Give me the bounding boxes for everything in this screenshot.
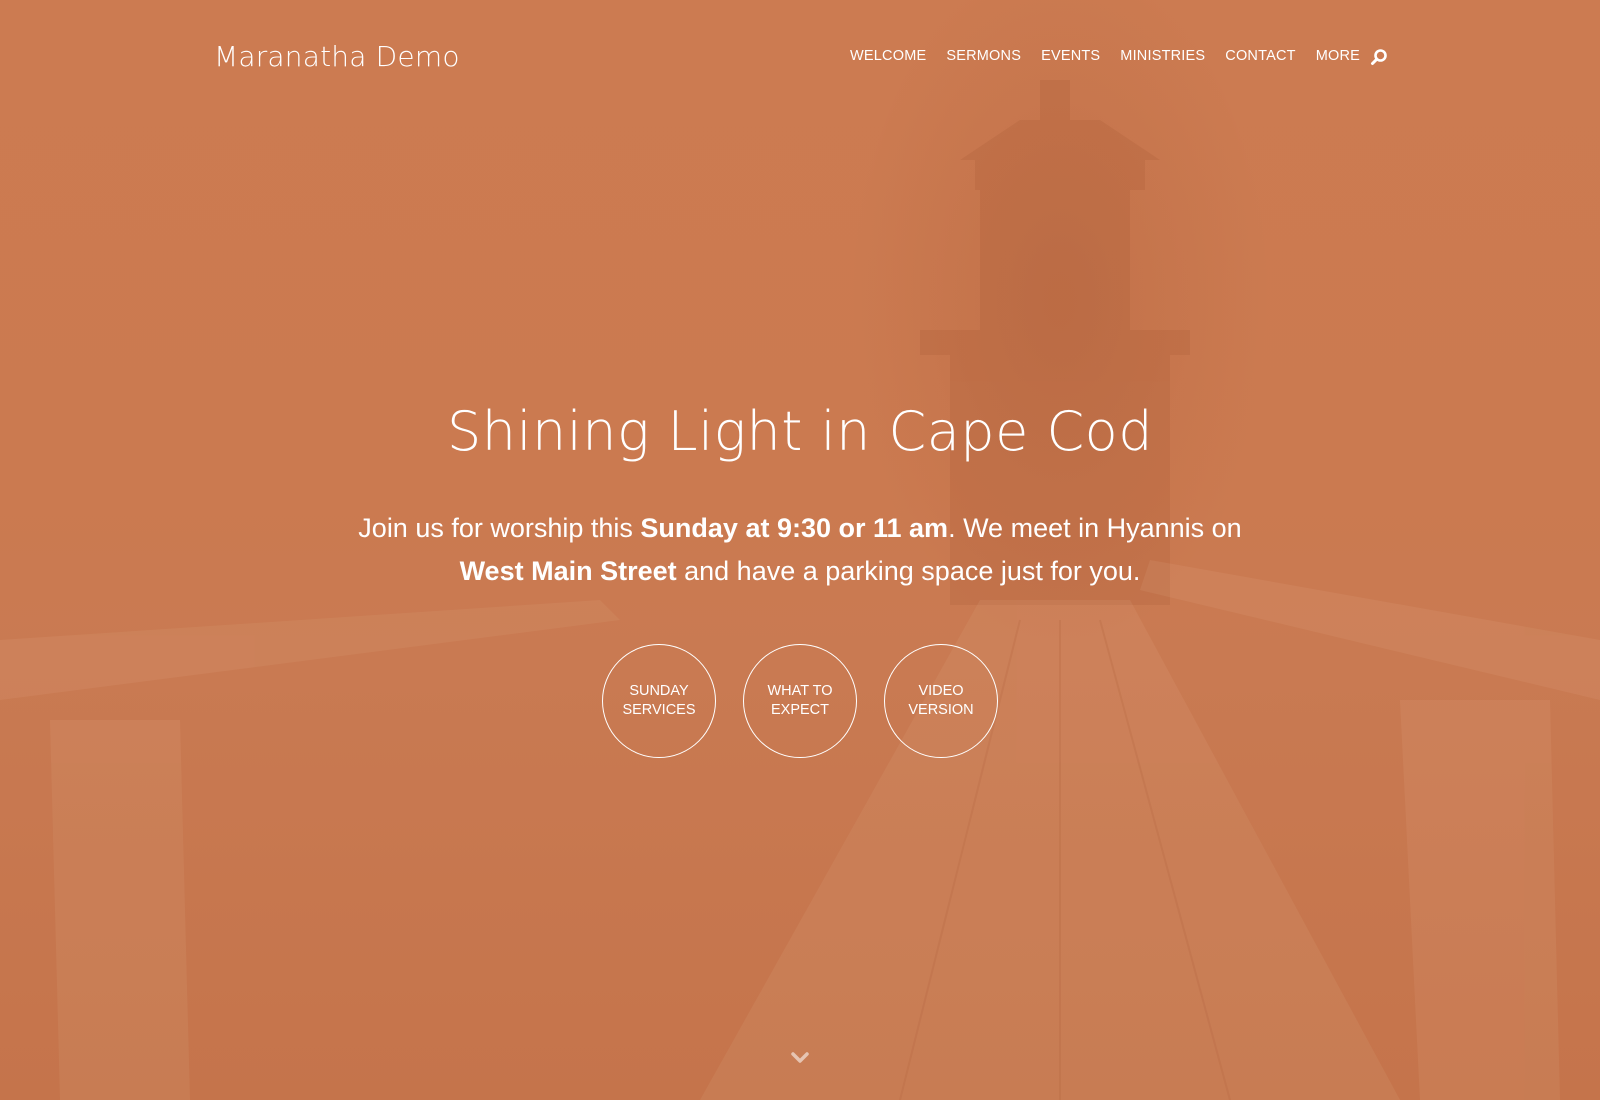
button-label: WHAT TO EXPECT xyxy=(767,683,833,718)
what-to-expect-button[interactable]: WHAT TO EXPECT xyxy=(743,644,857,758)
chevron-down-icon[interactable] xyxy=(791,1052,809,1064)
tagline-text: . We meet in Hyannis on xyxy=(948,513,1242,543)
site-logo[interactable]: Maranatha Demo xyxy=(214,40,460,73)
nav-item-more[interactable]: MORE xyxy=(1316,48,1360,64)
nav-item-welcome[interactable]: WELCOME xyxy=(850,48,926,64)
hero-section: Shining Light in Cape Cod Join us for wo… xyxy=(0,400,1600,593)
nav-item-contact[interactable]: CONTACT xyxy=(1225,48,1295,64)
nav-item-events[interactable]: EVENTS xyxy=(1041,48,1100,64)
tagline-street: West Main Street xyxy=(459,556,677,586)
button-label: SUNDAY SERVICES xyxy=(622,683,696,718)
search-icon[interactable] xyxy=(1370,48,1388,66)
nav-item-ministries[interactable]: MINISTRIES xyxy=(1120,48,1205,64)
tagline-text: Join us for worship this xyxy=(358,513,641,543)
main-nav: WELCOME SERMONS EVENTS MINISTRIES CONTAC… xyxy=(850,48,1360,64)
hero-heading: Shining Light in Cape Cod xyxy=(447,400,1153,463)
tagline-service-times: Sunday at 9:30 or 11 am xyxy=(640,513,949,543)
button-label: VIDEO VERSION xyxy=(908,683,974,718)
nav-item-sermons[interactable]: SERMONS xyxy=(946,48,1021,64)
site-header: Maranatha Demo WELCOME SERMONS EVENTS MI… xyxy=(0,0,1600,115)
hero-buttons: SUNDAY SERVICES WHAT TO EXPECT VIDEO VER… xyxy=(0,644,1600,758)
hero-tagline: Join us for worship this Sunday at 9:30 … xyxy=(340,507,1260,593)
video-version-button[interactable]: VIDEO VERSION xyxy=(884,644,998,758)
sunday-services-button[interactable]: SUNDAY SERVICES xyxy=(602,644,716,758)
tagline-text: and have a parking space just for you. xyxy=(676,556,1141,586)
